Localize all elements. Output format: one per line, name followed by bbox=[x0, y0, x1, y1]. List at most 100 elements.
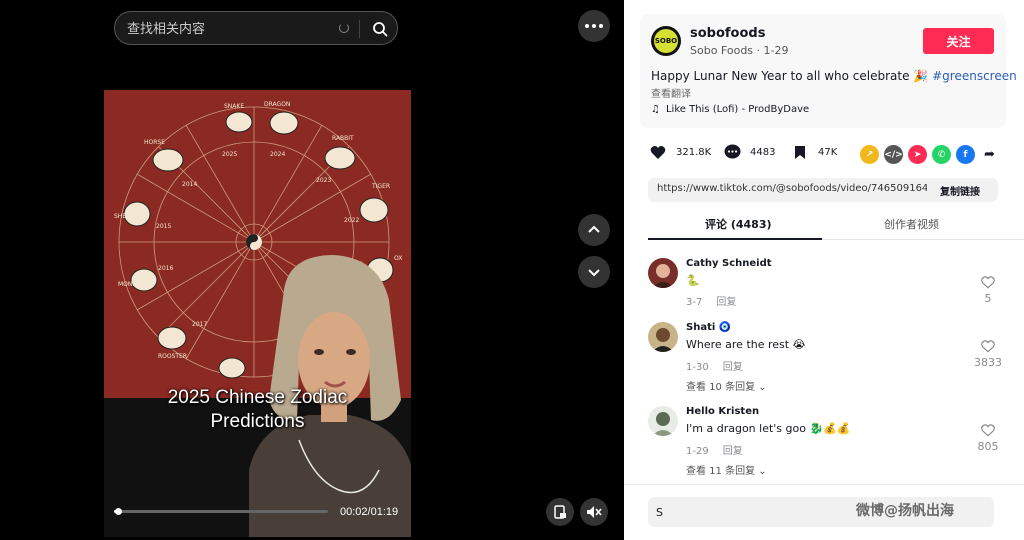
comment-text: I'm a dragon let's goo 🐉💰💰 bbox=[686, 422, 851, 435]
bookmark-icon bbox=[790, 142, 810, 162]
volume-muted-icon bbox=[587, 506, 602, 518]
like-count: 321.8K bbox=[676, 146, 712, 158]
video-description: Happy Lunar New Year to all who celebrat… bbox=[651, 69, 1017, 83]
heart-outline-icon bbox=[981, 276, 995, 289]
facebook-icon[interactable]: f bbox=[956, 145, 975, 164]
mute-button[interactable] bbox=[580, 498, 608, 526]
video-pane: SNAKE DRAGON RABBIT TIGER OX ROOSTER MON… bbox=[0, 0, 624, 540]
wheel-year: 2022 bbox=[344, 217, 359, 224]
watermark: 微博@扬帆出海 bbox=[856, 503, 954, 519]
wheel-label: HORSE bbox=[144, 139, 165, 146]
wheel-year: 2025 bbox=[222, 151, 237, 158]
music-title: Like This (Lofi) - ProdByDave bbox=[665, 104, 810, 115]
party-icon: 🎉 bbox=[913, 69, 929, 83]
wheel-year: 2016 bbox=[158, 265, 173, 272]
author-avatar[interactable]: SOBO bbox=[651, 26, 681, 56]
next-video-button[interactable] bbox=[578, 256, 610, 288]
send-icon[interactable]: ➤ bbox=[908, 145, 927, 164]
comment-meta: 3-7 回复 bbox=[686, 293, 736, 308]
search-icon bbox=[373, 22, 388, 37]
caption-line-2: Predictions bbox=[210, 411, 305, 432]
music-link[interactable]: ♫ Like This (Lofi) - ProdByDave bbox=[651, 104, 809, 115]
wheel-label: ROOSTER bbox=[158, 353, 187, 360]
wheel-label: SHEEP bbox=[114, 213, 134, 220]
previous-video-button[interactable] bbox=[578, 214, 610, 246]
wheel-year: 2023 bbox=[316, 177, 331, 184]
share-link-box: https://www.tiktok.com/@sobofoods/video/… bbox=[648, 178, 998, 202]
comment-tabs: 评论 (4483) 创作者视频 bbox=[648, 212, 1024, 240]
reply-button[interactable]: 回复 bbox=[723, 362, 743, 373]
author-username[interactable]: sobofoods bbox=[690, 26, 765, 41]
reply-button[interactable]: 回复 bbox=[723, 446, 743, 457]
sobo-logo: SOBO bbox=[654, 29, 678, 53]
caption-line-1: 2025 Chinese Zodiac bbox=[167, 387, 348, 408]
heart-icon bbox=[648, 142, 668, 162]
comment-like-count: 5 bbox=[984, 292, 992, 305]
chevron-down-icon: ⌄ bbox=[758, 382, 767, 393]
comment-item: Cathy Schneidt 🐍 3-7 回复 5 bbox=[648, 258, 1008, 314]
commenter-name[interactable]: Shati 🧿 bbox=[686, 322, 731, 333]
comment-like-button[interactable]: 3833 bbox=[970, 340, 1006, 369]
chevron-down-icon bbox=[588, 269, 600, 277]
hashtag-link[interactable]: #greenscreen bbox=[932, 69, 1017, 83]
tab-creator-videos[interactable]: 创作者视频 bbox=[884, 216, 939, 232]
wheel-label: DRAGON bbox=[264, 101, 290, 108]
search-bar[interactable] bbox=[114, 11, 398, 45]
wheel-label: RABBIT bbox=[332, 135, 354, 142]
wheel-label: MONKEY bbox=[118, 281, 144, 288]
more-options-button[interactable] bbox=[578, 10, 610, 42]
whatsapp-icon[interactable]: ✆ bbox=[932, 145, 951, 164]
commenter-avatar[interactable] bbox=[648, 322, 678, 352]
comment-text: 🐍 bbox=[686, 274, 700, 287]
comment-like-button[interactable]: 5 bbox=[970, 276, 1006, 305]
dot-icon bbox=[599, 24, 603, 28]
author-subline: Sobo Foods · 1-29 bbox=[690, 44, 789, 57]
music-note-icon: ♫ bbox=[651, 104, 660, 115]
wheel-year: 2015 bbox=[156, 223, 171, 230]
reply-button[interactable]: 回复 bbox=[716, 297, 736, 308]
comment-item: Hello Kristen I'm a dragon let's goo 🐉💰💰… bbox=[648, 406, 1008, 478]
commenter-name[interactable]: Hello Kristen bbox=[686, 406, 759, 417]
picture-in-picture-icon bbox=[554, 505, 566, 519]
wheel-year: 2017 bbox=[192, 321, 207, 328]
action-bar: 321.8K 4483 47K ↗ </> ➤ ✆ f ➦ bbox=[648, 142, 1008, 168]
heart-outline-icon bbox=[981, 340, 995, 353]
wheel-year: 2014 bbox=[182, 181, 197, 188]
dot-icon bbox=[592, 24, 596, 28]
comment-icon bbox=[722, 142, 742, 162]
loading-icon bbox=[339, 23, 349, 33]
float-player-button[interactable] bbox=[546, 498, 574, 526]
view-replies-button[interactable]: 查看 11 条回复 ⌄ bbox=[686, 462, 767, 477]
commenter-avatar[interactable] bbox=[648, 406, 678, 436]
share-arrow-icon[interactable]: ➦ bbox=[980, 145, 999, 164]
comment-date: 1-29 bbox=[686, 446, 709, 457]
view-replies-button[interactable]: 查看 10 条回复 ⌄ bbox=[686, 378, 767, 393]
heart-outline-icon bbox=[981, 424, 995, 437]
video-player[interactable]: SNAKE DRAGON RABBIT TIGER OX ROOSTER MON… bbox=[104, 90, 411, 537]
description-text: Happy Lunar New Year to all who celebrat… bbox=[651, 69, 910, 83]
dot-icon bbox=[585, 24, 589, 28]
tab-comments[interactable]: 评论 (4483) bbox=[705, 216, 772, 232]
author-card: SOBO sobofoods Sobo Foods · 1-29 关注 Happ… bbox=[640, 14, 1017, 128]
search-input[interactable] bbox=[127, 20, 337, 38]
commenter-name[interactable]: Cathy Schneidt bbox=[686, 258, 772, 269]
comment-item: Shati 🧿 Where are the rest 😭 1-30 回复 3833… bbox=[648, 322, 1008, 394]
save-action[interactable]: 47K bbox=[790, 142, 837, 162]
comment-like-button[interactable]: 805 bbox=[970, 424, 1006, 453]
wheel-label: TIGER bbox=[371, 183, 390, 190]
embed-icon[interactable]: </> bbox=[884, 145, 903, 164]
copy-link-button[interactable]: 复制链接 bbox=[940, 183, 980, 198]
like-action[interactable]: 321.8K bbox=[648, 142, 711, 162]
active-tab-indicator bbox=[648, 238, 822, 240]
translate-link[interactable]: 查看翻译 bbox=[651, 85, 691, 100]
chevron-down-icon: ⌄ bbox=[758, 466, 767, 477]
comment-like-count: 3833 bbox=[974, 356, 1002, 369]
wheel-label: SNAKE bbox=[224, 103, 244, 110]
comment-meta: 1-30 回复 bbox=[686, 358, 743, 373]
follow-button[interactable]: 关注 bbox=[923, 28, 994, 54]
search-button[interactable] bbox=[367, 16, 393, 42]
share-friends-icon[interactable]: ↗ bbox=[860, 145, 879, 164]
comment-action[interactable]: 4483 bbox=[722, 142, 775, 162]
video-progress-bar[interactable] bbox=[114, 508, 328, 515]
commenter-avatar[interactable] bbox=[648, 258, 678, 288]
